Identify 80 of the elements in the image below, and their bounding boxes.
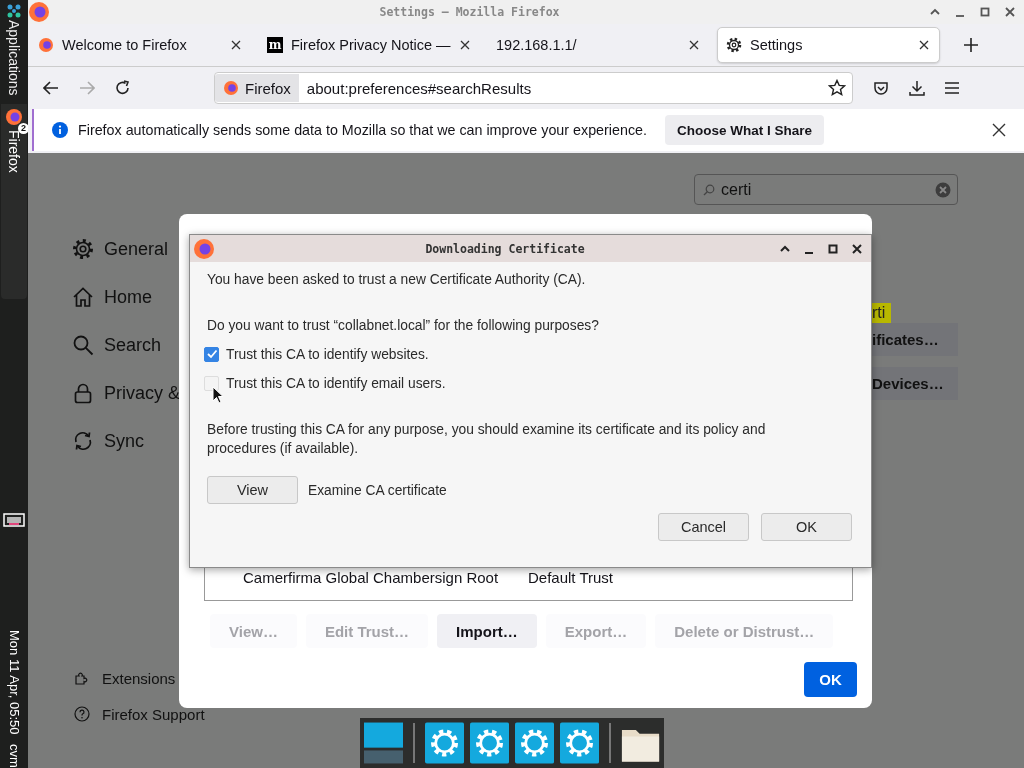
desktop-icon[interactable] <box>364 721 404 765</box>
pocket-icon[interactable] <box>873 80 889 96</box>
browser-tab[interactable]: Welcome to Firefox <box>30 28 251 62</box>
sidebar-item[interactable]: Privacy & <box>72 369 181 417</box>
browser-tab[interactable]: 192.168.1.1/ <box>488 28 709 62</box>
sidebar-icon <box>72 430 94 452</box>
sidebar-link[interactable]: Firefox Support <box>74 696 205 732</box>
maximize-icon[interactable] <box>827 242 839 255</box>
download-icon[interactable] <box>909 80 925 96</box>
reload-icon[interactable] <box>115 80 131 96</box>
sidebar-icon <box>74 670 90 686</box>
gear-icon[interactable] <box>515 721 555 765</box>
gear-icon[interactable] <box>560 721 600 765</box>
address-bar[interactable]: Firefox about:preferences#searchResults <box>214 72 853 104</box>
dialog-button[interactable]: Cancel <box>658 513 749 541</box>
sidebar-icon <box>72 382 94 404</box>
sidebar-item[interactable]: Home <box>72 273 152 321</box>
notification-text: Firefox automatically sends some data to Mozilla so that we can improve your experience. <box>78 122 647 138</box>
close-icon[interactable] <box>231 40 241 50</box>
sidebar-item[interactable]: Sync <box>72 417 145 465</box>
settings-button[interactable]: Devices… <box>872 367 958 400</box>
close-icon[interactable] <box>992 123 1006 137</box>
close-icon[interactable] <box>689 40 699 50</box>
gear-icon[interactable] <box>424 721 464 765</box>
apps-icon[interactable] <box>7 4 21 18</box>
view-label: Examine CA certificate <box>308 482 447 498</box>
choose-share-button[interactable]: Choose What I Share <box>664 115 824 145</box>
close-icon[interactable] <box>1004 6 1016 18</box>
user-name: cvm <box>6 744 22 768</box>
dialog-button[interactable]: OK <box>761 513 852 541</box>
browser-logo-icon[interactable] <box>5 107 23 126</box>
sidebar-icon <box>72 334 94 356</box>
gear-icon[interactable] <box>469 721 509 765</box>
mouse-cursor-icon <box>212 386 224 404</box>
star-icon[interactable] <box>828 79 846 97</box>
new-tab-icon[interactable] <box>964 38 978 52</box>
maximize-icon[interactable] <box>979 6 991 18</box>
dialog-question: Do you want to trust “collabnet.local” for the following purposes? <box>207 317 600 335</box>
search-field[interactable]: certi <box>694 174 958 205</box>
clear-icon[interactable] <box>935 181 951 198</box>
sidebar-item[interactable]: General <box>72 225 169 273</box>
dialog-note: Before trusting this CA for any purpose, you should examine its certificate and its policy and procedures (if available). <box>207 421 767 458</box>
search-highlight: rti <box>872 303 892 323</box>
info-icon <box>52 122 68 138</box>
sidebar-link[interactable]: Extensions <box>74 660 176 696</box>
browser-logo-icon <box>38 37 54 53</box>
table-cell-text: Camerfirma Global Chambersign Root <box>243 568 500 586</box>
applications-menu[interactable]: Applications <box>6 20 22 96</box>
site-icon: m <box>267 37 283 53</box>
window-title: Settings — Mozilla Firefox <box>378 5 561 19</box>
menu-icon[interactable] <box>945 82 959 94</box>
browser-tab[interactable]: Settings <box>717 27 940 63</box>
sidebar-icon <box>72 238 94 260</box>
ok-button[interactable]: OK <box>804 662 857 697</box>
dialog-button[interactable]: Import… <box>437 614 537 648</box>
close-icon[interactable] <box>851 242 863 255</box>
sidebar-icon <box>74 706 90 722</box>
sidebar-icon <box>72 286 94 308</box>
search-icon <box>703 183 715 196</box>
table-cell: Default Trust <box>528 568 614 586</box>
sidebar-item[interactable]: Search <box>72 321 162 369</box>
gear-icon <box>726 37 742 53</box>
browser-logo-icon <box>193 237 215 260</box>
monitor-icon[interactable] <box>3 512 25 527</box>
settings-button[interactable]: ificates… <box>872 323 958 356</box>
back-icon[interactable] <box>43 81 59 95</box>
clock-text: Mon 11 Apr, 05:50 <box>6 629 22 735</box>
browser-logo-icon <box>28 1 50 23</box>
close-icon[interactable] <box>919 40 929 50</box>
dialog-message: You have been asked to trust a new Certificate Authority (CA). <box>207 271 587 289</box>
checkbox-label[interactable]: Trust this CA to identify email users. <box>226 375 446 391</box>
checkbox[interactable] <box>204 346 219 362</box>
view-button[interactable]: View <box>207 476 298 504</box>
checkbox-label[interactable]: Trust this CA to identify websites. <box>226 346 429 362</box>
close-icon[interactable] <box>460 40 470 50</box>
browser-logo-icon <box>223 80 239 96</box>
url-text: about:preferences#searchResults <box>306 79 533 97</box>
dialog-title: Downloading Certificate <box>424 241 586 256</box>
browser-tab[interactable]: m Firefox Privacy Notice — <box>259 28 480 62</box>
identity-button[interactable]: Firefox <box>215 74 299 102</box>
